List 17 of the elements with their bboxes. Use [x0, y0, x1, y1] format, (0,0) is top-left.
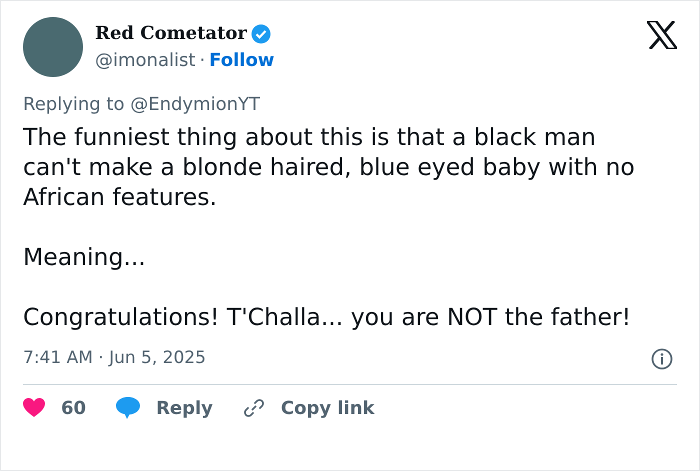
- post-text: The funniest thing about this is that a black man can't make a blonde haired, blue eyed baby with no African features.: [23, 122, 636, 212]
- author-handle[interactable]: @imonalist: [95, 47, 196, 74]
- heart-icon: [23, 398, 45, 418]
- separator-dot: ·: [199, 49, 206, 73]
- speech-bubble-icon: [116, 397, 140, 419]
- follow-link[interactable]: Follow: [209, 47, 274, 74]
- replying-to-text: Replying to @EndymionYT: [23, 93, 262, 117]
- like-count[interactable]: 60: [61, 394, 86, 422]
- copy-link[interactable]: Copy link: [280, 394, 375, 422]
- info-icon[interactable]: [651, 348, 673, 370]
- post-text: Meaning...: [23, 242, 147, 272]
- reply-link[interactable]: Reply: [156, 394, 213, 422]
- timestamp[interactable]: 7:41 AM · Jun 5, 2025: [23, 346, 206, 372]
- x-logo-icon[interactable]: [647, 21, 677, 49]
- link-icon: [242, 397, 265, 419]
- post-text: Congratulations! T'Challa... you are NOT the father!: [23, 302, 632, 332]
- author-name[interactable]: Red Cometator: [95, 20, 247, 47]
